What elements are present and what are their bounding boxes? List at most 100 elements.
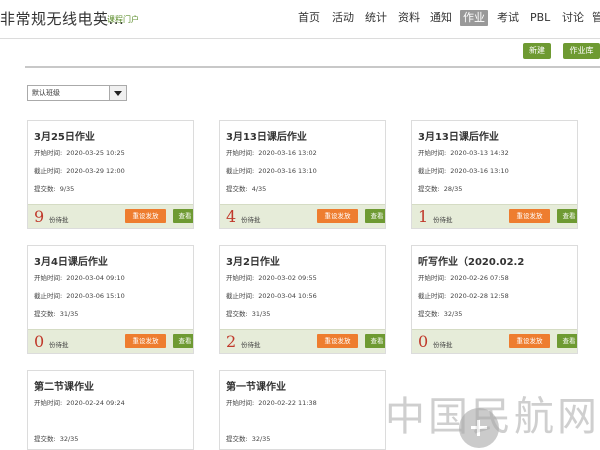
view-button[interactable]: 查看 [173,209,193,223]
class-select[interactable]: 默认班级 [27,85,127,101]
card-footer: 4 份待批 重设发放 查看 [220,204,385,228]
submit-value: 32/35 [443,310,463,318]
end-value: 2020-03-16 13:10 [450,167,509,175]
card-footer: 1 份待批 重设发放 查看 [412,204,577,228]
chevron-down-icon [114,91,122,96]
start-value: 2020-02-22 11:38 [258,399,317,407]
end-label: 截止时间: [226,292,255,300]
reissue-button[interactable]: 重设发放 [509,209,550,223]
start-value: 2020-02-26 07:58 [450,274,509,282]
reissue-button[interactable]: 重设发放 [125,334,166,348]
card-title[interactable]: 第一节课作业 [226,378,286,393]
end-time: 截止时间: 2020-03-16 13:10 [418,165,509,175]
end-label: 截止时间: [226,167,255,175]
start-value: 2020-03-02 09:55 [258,274,317,282]
nav-manage[interactable]: 管 [592,10,600,26]
submit-count: 提交数: 31/35 [226,308,270,318]
end-time: 截止时间: 2020-03-16 13:10 [226,165,317,175]
end-value: 2020-03-16 13:10 [258,167,317,175]
submit-count: 提交数: 32/35 [34,433,78,443]
homework-card[interactable]: 听写作业（2020.02.2 开始时间: 2020-02-26 07:58 截止时… [411,245,578,354]
divider [25,66,600,68]
view-button[interactable]: 查看 [365,334,385,348]
submit-count: 提交数: 4/35 [226,183,266,193]
pending-count: 4 [226,207,237,226]
nav-homework[interactable]: 作业 [460,10,488,26]
end-time: 截止时间: 2020-03-29 12:00 [34,165,125,175]
card-title[interactable]: 3月13日课后作业 [226,128,307,143]
submit-value: 32/35 [251,435,271,443]
start-time: 开始时间: 2020-02-26 07:58 [418,272,509,282]
homework-card[interactable]: 3月13日课后作业 开始时间: 2020-03-16 13:02 截止时间: 202… [219,120,386,229]
submit-value: 32/35 [59,435,79,443]
homework-library-button[interactable]: 作业库 [563,43,600,59]
view-button[interactable]: 查看 [557,334,577,348]
end-label: 截止时间: [418,167,447,175]
nav-home[interactable]: 首页 [298,10,320,26]
start-label: 开始时间: [34,274,63,282]
reissue-button[interactable]: 重设发放 [317,209,358,223]
end-value: 2020-02-28 12:58 [450,292,509,300]
start-label: 开始时间: [226,399,255,407]
nav-exam[interactable]: 考试 [497,10,519,26]
start-value: 2020-03-16 13:02 [258,149,317,157]
start-time: 开始时间: 2020-03-04 09:10 [34,272,125,282]
pending-count: 1 [418,207,429,226]
pending-label: 份待批 [241,341,261,349]
new-homework-button[interactable]: 新建 [523,43,551,59]
reissue-button[interactable]: 重设发放 [317,334,358,348]
homework-card[interactable]: 3月25日作业 开始时间: 2020-03-25 10:25 截止时间: 2020-… [27,120,194,229]
start-time: 开始时间: 2020-03-25 10:25 [34,147,125,157]
end-value: 2020-03-29 12:00 [66,167,125,175]
submit-label: 提交数: [418,185,440,193]
submit-value: 9/35 [59,185,75,193]
homework-card[interactable]: 3月13日课后作业 开始时间: 2020-03-13 14:32 截止时间: 202… [411,120,578,229]
submit-count: 提交数: 9/35 [34,183,74,193]
end-value: 2020-03-04 10:56 [258,292,317,300]
card-title[interactable]: 第二节课作业 [34,378,94,393]
pending-label: 份待批 [241,216,261,224]
watermark-logo-icon [459,408,499,448]
end-time: 截止时间: 2020-03-04 10:56 [226,290,317,300]
start-label: 开始时间: [418,149,447,157]
class-select-value: 默认班级 [32,89,60,97]
end-time: 截止时间: 2020-03-06 15:10 [34,290,125,300]
submit-value: 4/35 [251,185,267,193]
card-title[interactable]: 听写作业（2020.02.2 [418,253,524,268]
view-button[interactable]: 查看 [365,209,385,223]
pending-label: 份待批 [433,341,453,349]
reissue-button[interactable]: 重设发放 [125,209,166,223]
nav-notices[interactable]: 通知 [430,10,452,26]
pending-count: 9 [34,207,45,226]
nav-activity[interactable]: 活动 [332,10,354,26]
start-time: 开始时间: 2020-02-22 11:38 [226,397,317,407]
nav-stats[interactable]: 统计 [365,10,387,26]
card-footer: 2 份待批 重设发放 查看 [220,329,385,353]
homework-card[interactable]: 第一节课作业 开始时间: 2020-02-22 11:38 提交数: 32/35 [219,370,386,450]
card-footer: 0 份待批 重设发放 查看 [412,329,577,353]
start-label: 开始时间: [226,149,255,157]
course-portal-link[interactable]: 课程门户 [107,14,139,25]
start-time: 开始时间: 2020-03-13 14:32 [418,147,509,157]
card-title[interactable]: 3月25日作业 [34,128,95,143]
card-title[interactable]: 3月2日作业 [226,253,280,268]
nav-resources[interactable]: 资料 [398,10,420,26]
dropdown-button[interactable] [109,86,126,100]
nav-pbl[interactable]: PBL [530,10,550,26]
reissue-button[interactable]: 重设发放 [509,334,550,348]
homework-card[interactable]: 3月2日作业 开始时间: 2020-03-02 09:55 截止时间: 2020-0… [219,245,386,354]
start-time: 开始时间: 2020-02-24 09:24 [34,397,125,407]
submit-label: 提交数: [418,310,440,318]
homework-card[interactable]: 3月4日课后作业 开始时间: 2020-03-04 09:10 截止时间: 2020… [27,245,194,354]
card-title[interactable]: 3月13日课后作业 [418,128,499,143]
course-title[interactable]: 非常规无线电英... [0,8,124,29]
card-footer: 9 份待批 重设发放 查看 [28,204,193,228]
homework-card[interactable]: 第二节课作业 开始时间: 2020-02-24 09:24 提交数: 32/35 [27,370,194,450]
nav-discussion[interactable]: 讨论 [562,10,584,26]
submit-value: 31/35 [59,310,79,318]
view-button[interactable]: 查看 [173,334,193,348]
view-button[interactable]: 查看 [557,209,577,223]
submit-count: 提交数: 28/35 [418,183,462,193]
card-title[interactable]: 3月4日课后作业 [34,253,108,268]
top-bar: 非常规无线电英... 课程门户 首页 活动 统计 资料 通知 作业 考试 PBL… [0,0,600,39]
